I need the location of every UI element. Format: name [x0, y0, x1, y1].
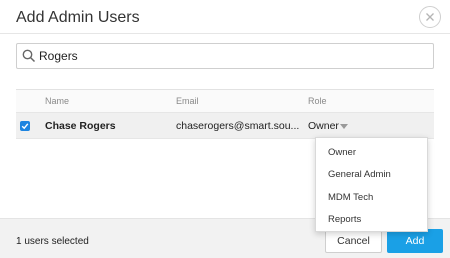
search-box[interactable]	[16, 43, 434, 69]
column-header-name: Name	[45, 96, 70, 106]
add-button[interactable]: Add	[387, 229, 443, 253]
modal-title: Add Admin Users	[16, 9, 140, 26]
role-dropdown: Owner General Admin MDM Tech Reports	[315, 137, 428, 232]
close-icon	[426, 13, 434, 21]
role-option-owner[interactable]: Owner	[328, 147, 356, 158]
cancel-button[interactable]: Cancel	[325, 229, 382, 253]
column-header-email: Email	[176, 96, 199, 106]
role-option-mdm-tech[interactable]: MDM Tech	[328, 192, 373, 203]
column-header-role: Role	[308, 96, 327, 106]
role-option-general-admin[interactable]: General Admin	[328, 169, 391, 180]
search-icon	[22, 49, 36, 63]
close-button[interactable]	[419, 6, 441, 28]
header-divider	[0, 33, 450, 34]
search-input[interactable]	[39, 45, 419, 67]
check-icon	[21, 123, 29, 130]
caret-down-icon[interactable]	[340, 124, 348, 129]
role-select-value[interactable]: Owner	[308, 120, 339, 132]
user-email: chaserogers@smart.sou...	[176, 120, 300, 132]
table-row[interactable]: Chase Rogers chaserogers@smart.sou... Ow…	[16, 112, 434, 139]
role-option-reports[interactable]: Reports	[328, 214, 361, 225]
selected-count: 1 users selected	[16, 236, 89, 247]
user-name: Chase Rogers	[45, 120, 116, 132]
row-checkbox[interactable]	[20, 121, 30, 131]
table-header: Name Email Role	[16, 90, 434, 112]
